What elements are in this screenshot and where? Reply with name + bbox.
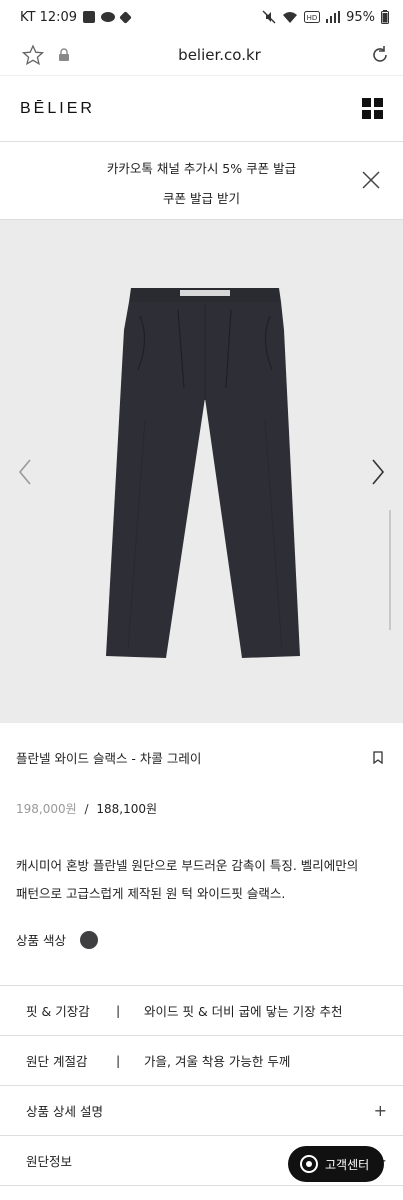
info-row-fit: 핏 & 기장감 | 와이드 핏 & 더비 굽에 닿는 기장 추천 bbox=[0, 986, 403, 1036]
gallery-icon bbox=[83, 11, 96, 23]
url-text[interactable]: belier.co.kr bbox=[178, 46, 261, 64]
wifi-icon bbox=[283, 11, 298, 23]
customer-service-label: 고객센터 bbox=[325, 1157, 370, 1172]
price-separator: / bbox=[84, 802, 89, 816]
brand-logo[interactable]: BĒLIER bbox=[20, 100, 95, 118]
coupon-link[interactable]: 쿠폰 발급 받기 bbox=[0, 188, 403, 207]
accordion-label: 원단정보 bbox=[26, 1154, 73, 1169]
svg-text:HD: HD bbox=[307, 14, 318, 22]
info-divider: | bbox=[116, 1003, 121, 1018]
price-row: 198,000원 / 188,100원 bbox=[16, 800, 157, 817]
customer-service-button[interactable]: 고객센터 bbox=[288, 1146, 384, 1182]
color-label: 상품 색상 bbox=[16, 933, 66, 948]
mute-icon bbox=[262, 10, 276, 24]
banner-text: 카카오톡 채널 추가시 5% 쿠폰 발급 bbox=[106, 161, 297, 176]
info-value: 가을, 겨울 착용 가능한 두께 bbox=[144, 1054, 291, 1069]
product-title-row: 플란넬 와이드 슬랙스 - 차콜 그레이 bbox=[0, 740, 403, 774]
description-line: 패턴으로 고급스럽게 제작된 원 턱 와이드핏 슬랙스. bbox=[16, 886, 286, 901]
hd-icon: HD bbox=[304, 11, 321, 23]
price-sale: 188,100원 bbox=[96, 802, 158, 816]
product-image-carousel[interactable] bbox=[0, 220, 403, 723]
info-key: 핏 & 기장감 bbox=[26, 1004, 90, 1019]
carousel-prev-arrow-icon[interactable] bbox=[14, 458, 36, 486]
coupon-banner: 카카오톡 채널 추가시 5% 쿠폰 발급 쿠폰 발급 받기 bbox=[0, 142, 403, 220]
browser-address-bar: belier.co.kr bbox=[0, 34, 403, 76]
scroll-indicator bbox=[389, 510, 391, 630]
battery-level: 95% bbox=[346, 9, 375, 25]
bookmark-star-icon[interactable] bbox=[22, 43, 44, 66]
talk-icon bbox=[101, 12, 116, 22]
tag-icon bbox=[119, 10, 132, 24]
accordion-label: 상품 상세 설명 bbox=[26, 1104, 103, 1119]
description-line: 캐시미어 혼방 플란넬 원단으로 부드러운 감촉이 특징. 벨리에만의 bbox=[16, 858, 359, 873]
battery-icon bbox=[381, 10, 389, 24]
carousel-next-arrow-icon[interactable] bbox=[367, 458, 389, 486]
accordion-detail[interactable]: 상품 상세 설명 + bbox=[0, 1086, 403, 1136]
close-icon[interactable] bbox=[361, 170, 381, 190]
status-time: KT 12:09 bbox=[20, 9, 78, 25]
product-description: 캐시미어 혼방 플란넬 원단으로 부드러운 감촉이 특징. 벨리에만의 패턴으로… bbox=[16, 852, 396, 908]
status-bar: KT 12:09 HD 95% bbox=[0, 0, 403, 34]
wishlist-bookmark-icon[interactable] bbox=[373, 750, 383, 764]
chat-icon bbox=[300, 1155, 318, 1173]
lock-icon bbox=[59, 47, 69, 61]
product-photo bbox=[106, 288, 300, 658]
product-title: 플란넬 와이드 슬랙스 - 차콜 그레이 bbox=[16, 750, 202, 766]
expand-plus-icon[interactable]: + bbox=[374, 1101, 387, 1120]
color-row: 상품 색상 bbox=[16, 930, 98, 949]
color-swatch[interactable] bbox=[79, 930, 98, 949]
info-key: 원단 계절감 bbox=[26, 1054, 88, 1069]
info-value: 와이드 핏 & 더비 굽에 닿는 기장 추천 bbox=[144, 1004, 343, 1019]
price-original: 198,000원 bbox=[16, 802, 77, 816]
info-row-season: 원단 계절감 | 가을, 겨울 착용 가능한 두께 bbox=[0, 1036, 403, 1086]
reload-icon[interactable] bbox=[369, 44, 391, 66]
menu-grid-icon[interactable] bbox=[362, 98, 383, 119]
info-divider: | bbox=[116, 1053, 121, 1068]
site-header: BĒLIER bbox=[0, 76, 403, 142]
signal-icon bbox=[326, 11, 341, 23]
